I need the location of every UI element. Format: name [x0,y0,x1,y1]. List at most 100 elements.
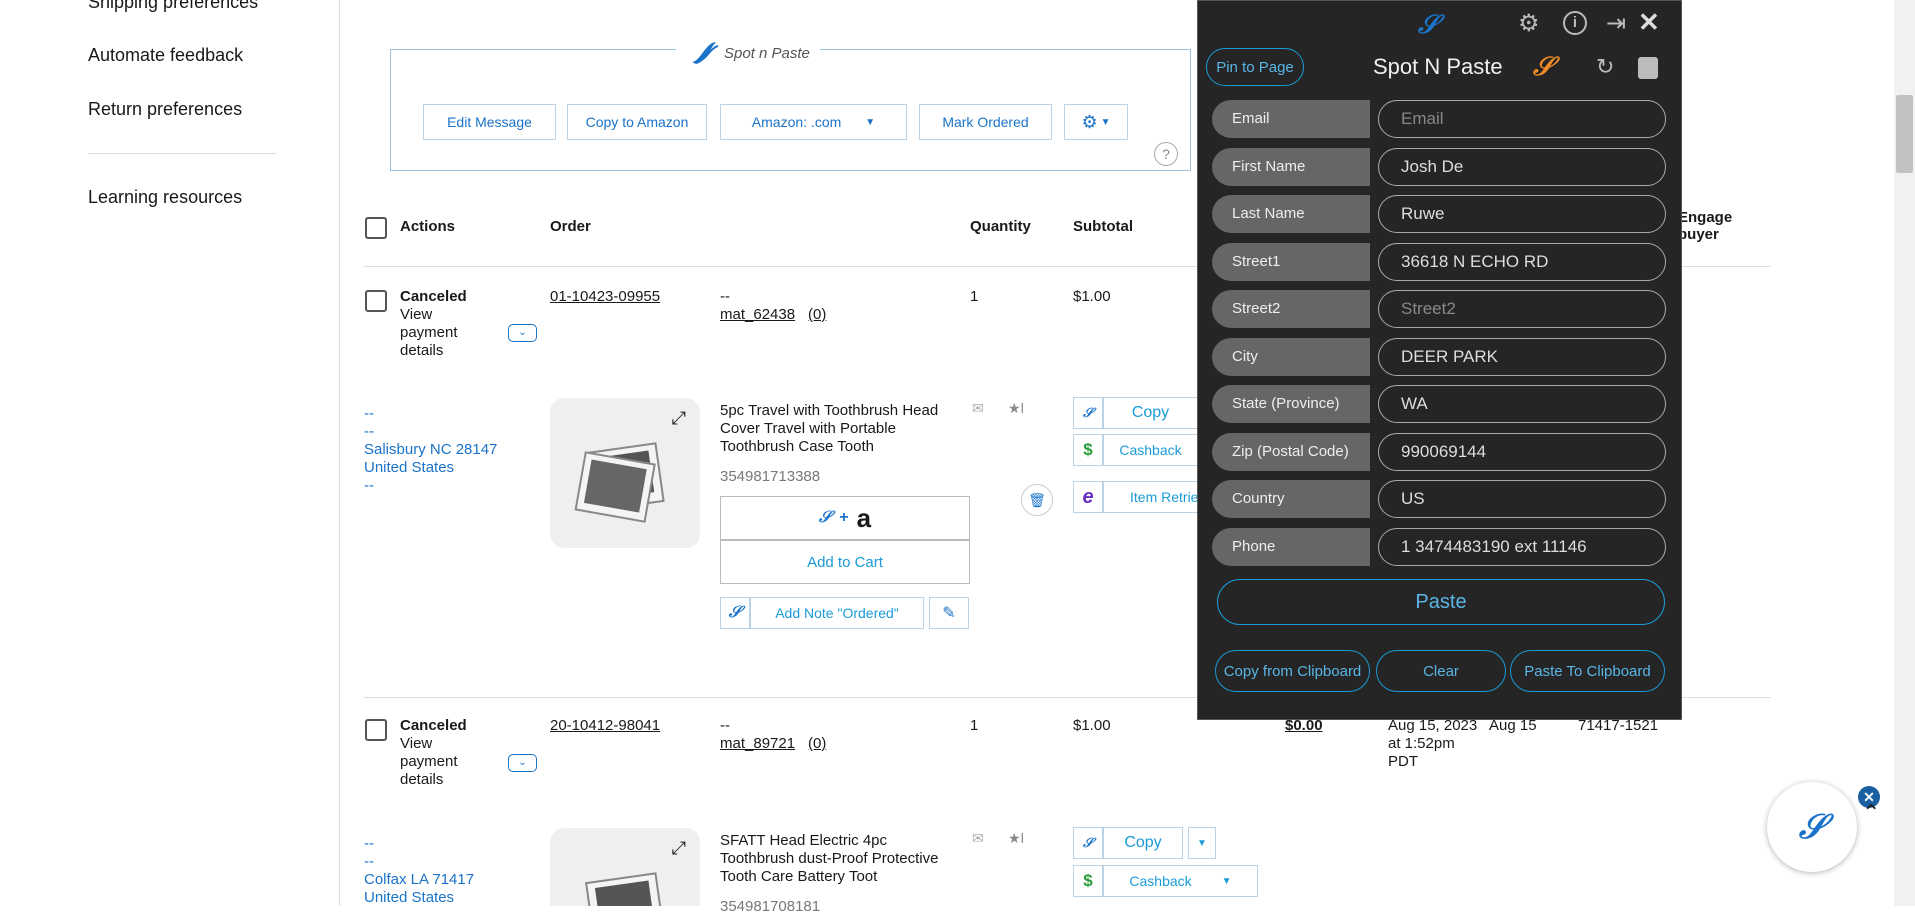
star-rating-icon[interactable]: ★ǀ [1008,400,1024,417]
address-line: -- [364,405,374,422]
first-name-field[interactable]: Josh De [1378,148,1666,186]
pencil-icon[interactable]: ✎ [929,597,969,629]
order-date: Aug 15, 2023 at 1:52pm PDT [1388,717,1478,770]
dollar-icon[interactable]: $ [1073,434,1103,466]
contact-book-icon[interactable] [1638,57,1658,79]
edit-message-label: Edit Message [447,114,532,130]
add-note-label: Add Note "Ordered" [775,605,899,621]
caret-down-icon: ▼ [1100,116,1111,128]
spotnpaste-color-logo-icon: 𝒮 [1533,51,1554,81]
zip-field[interactable]: 990069144 [1378,433,1666,471]
nav-learning-resources[interactable]: Learning resources [88,187,242,208]
add-note-ordered-button[interactable]: Add Note "Ordered" [750,597,924,629]
spotnpaste-copy-icon[interactable]: 𝒮 [1073,397,1103,429]
expand-icon[interactable]: ⤢ [672,408,686,429]
panel-title: Spot N Paste [1373,54,1503,79]
ebay-e-icon[interactable]: e [1073,481,1103,513]
copy-button[interactable]: Copy [1103,827,1183,859]
row-checkbox[interactable] [365,290,387,312]
order-number-link[interactable]: 01-10423-09955 [550,288,660,306]
street1-field[interactable]: 36618 N ECHO RD [1378,243,1666,281]
gear-icon[interactable]: ⚙ [1518,9,1540,38]
add-to-cart-button[interactable]: Add to Cart [720,540,970,584]
nav-automate-feedback[interactable]: Automate feedback [88,45,243,66]
copy-to-amazon-button[interactable]: Copy to Amazon [567,104,707,140]
info-icon[interactable]: i [1563,11,1587,35]
help-icon[interactable]: ? [1154,142,1178,166]
copy-from-clipboard-label: Copy from Clipboard [1223,662,1362,680]
street2-field[interactable]: Street2 [1378,290,1666,328]
phone-field[interactable]: 1 3474483190 ext 11146 [1378,528,1666,566]
item-id: 354981708181 [720,898,821,915]
settings-dropdown-button[interactable]: ⚙ ▼ [1064,104,1128,140]
expand-icon[interactable]: ⤢ [672,838,686,859]
field-label-email: Email [1212,100,1370,138]
cashback-button[interactable]: Cashback ▼ [1103,865,1258,897]
content-divider [339,0,340,906]
spotnpaste-launcher-button[interactable]: 𝒮 [1767,782,1857,872]
chevron-down-icon[interactable]: ⌄ [508,324,537,342]
paste-button[interactable]: Paste [1217,579,1665,625]
toolbar-logo-text: Spot n Paste [724,44,810,62]
buyer-feedback-link[interactable]: (0) [808,306,826,324]
buyer-feedback-link[interactable]: (0) [808,735,826,753]
chevron-down-icon[interactable]: ⌄ [508,754,537,772]
spotnpaste-copy-icon[interactable]: 𝒮 [1073,827,1103,859]
item-retrieve-button[interactable]: Item Retrieve [1103,481,1198,513]
city-field[interactable]: DEER PARK [1378,338,1666,376]
star-rating-icon[interactable]: ★ǀ [1008,830,1024,847]
spotnpaste-logo-icon: 𝒮 [1418,9,1439,39]
address-line: -- [364,423,374,440]
buyer-username-link[interactable]: mat_62438 [720,306,795,324]
last-name-field[interactable]: Ruwe [1378,195,1666,233]
amazon-marketplace-select[interactable]: Amazon: .com ▼ [720,104,907,140]
copy-dropdown-button[interactable]: ▼ [1188,827,1216,859]
clear-button[interactable]: Clear [1376,650,1506,692]
field-label-first-name: First Name [1212,148,1370,186]
buyer-username-link[interactable]: mat_89721 [720,735,795,753]
address-line: United States [364,889,455,906]
nav-return-preferences[interactable]: Return preferences [88,99,242,120]
dollar-icon[interactable]: $ [1073,865,1103,897]
mark-ordered-label: Mark Ordered [942,114,1029,130]
address-line: -- [364,835,374,852]
cashback-label: Cashback [1129,873,1192,889]
field-label-country: Country [1212,480,1370,518]
item-title: 5pc Travel with Toothbrush Head Cover Tr… [720,402,939,455]
trash-icon[interactable]: 🗑 [1021,484,1053,516]
field-label-street2: Street2 [1212,290,1370,328]
scrollbar-thumb[interactable] [1896,95,1913,173]
spotnpaste-small-icon[interactable]: 𝒮 [720,597,750,629]
state-field[interactable]: WA [1378,385,1666,423]
copy-to-amazon-label: Copy to Amazon [585,114,689,130]
email-field[interactable]: Email [1378,100,1666,138]
row-checkbox[interactable] [365,719,387,741]
close-icon[interactable]: ✕ [1638,7,1660,38]
paste-to-clipboard-button[interactable]: Paste To Clipboard [1510,650,1665,692]
nav-shipping-preferences[interactable]: Shipping preferences [88,0,258,13]
spotnpaste-amazon-button[interactable]: 𝒮 + a [720,496,970,540]
view-payment-details-link[interactable]: View payment details [400,306,480,360]
field-label-state: State (Province) [1212,385,1370,423]
envelope-icon[interactable]: ✉ [972,400,984,417]
copy-from-clipboard-button[interactable]: Copy from Clipboard [1215,650,1370,692]
edit-message-button[interactable]: Edit Message [423,104,556,140]
cashback-button[interactable]: Cashback [1103,434,1198,466]
mark-ordered-button[interactable]: Mark Ordered [919,104,1052,140]
view-payment-details-link[interactable]: View payment details [400,735,480,789]
chevron-up-icon[interactable]: ⌃ [1862,800,1880,826]
order-number-link[interactable]: 20-10412-98041 [550,717,660,735]
item-thumbnail[interactable]: ⤢ [550,398,700,548]
item-thumbnail[interactable]: ⤢ [550,828,700,916]
item-retrieve-label: Item Retrieve [1130,489,1198,505]
refresh-icon[interactable]: ↻ [1596,54,1614,80]
select-all-checkbox[interactable] [365,217,387,239]
pin-to-page-button[interactable]: Pin to Page [1206,48,1304,86]
copy-button[interactable]: Copy [1103,397,1198,429]
envelope-icon[interactable]: ✉ [972,830,984,847]
country-field[interactable]: US [1378,480,1666,518]
field-label-street1: Street1 [1212,243,1370,281]
order-status: Canceled [400,288,467,305]
logout-icon[interactable]: ⇥ [1606,9,1626,38]
buyer-dash: -- [720,717,730,734]
